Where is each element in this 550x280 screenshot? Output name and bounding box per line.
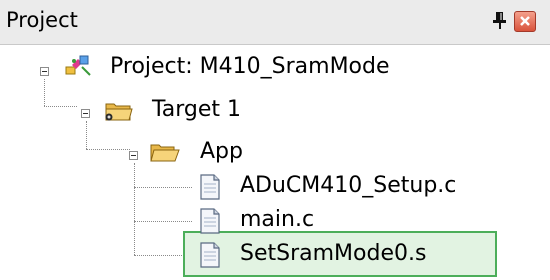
close-button[interactable]	[514, 11, 536, 32]
target-folder-icon	[102, 97, 136, 129]
tree-node-target[interactable]: Target 1	[102, 94, 302, 128]
tree-guide-line	[134, 187, 192, 188]
collapse-toggle-project[interactable]	[40, 67, 49, 76]
collapse-toggle-app[interactable]	[129, 151, 138, 160]
panel-titlebar: Project	[0, 0, 550, 45]
tree-node-label: Target 1	[152, 97, 242, 122]
file-icon	[196, 172, 224, 206]
tree-node-label: App	[200, 139, 243, 164]
tree-node-project[interactable]: Project: M410_SramMode	[60, 51, 420, 85]
tree-node-app[interactable]: App	[148, 136, 308, 170]
tree-guide-line	[86, 121, 87, 149]
tree-node-label: SetSramMode0.s	[240, 241, 427, 266]
folder-open-icon	[148, 139, 182, 171]
file-icon	[196, 240, 224, 274]
tree-node-file[interactable]: ADuCM410_Setup.c	[196, 170, 496, 204]
file-icon	[196, 206, 224, 240]
project-tree: Project: M410_SramMode Target 1 App ADuC…	[0, 45, 550, 280]
tree-guide-line	[44, 79, 45, 106]
tree-guide-line	[44, 106, 77, 107]
project-panel: Project Project: M410_SramMode Target 1 …	[0, 0, 550, 280]
panel-title: Project	[6, 8, 78, 32]
pin-icon[interactable]	[491, 9, 509, 31]
collapse-toggle-target[interactable]	[81, 109, 90, 118]
tree-guide-line	[134, 163, 135, 255]
tree-guide-line	[134, 221, 192, 222]
project-icon	[60, 53, 94, 87]
tree-node-file[interactable]: main.c	[196, 204, 396, 238]
tree-node-file-selected[interactable]: SetSramMode0.s	[196, 238, 486, 272]
tree-guide-line	[86, 149, 130, 150]
tree-node-label: main.c	[240, 207, 315, 232]
tree-node-label: Project: M410_SramMode	[110, 54, 390, 79]
close-icon	[520, 16, 530, 26]
tree-node-label: ADuCM410_Setup.c	[240, 173, 457, 198]
